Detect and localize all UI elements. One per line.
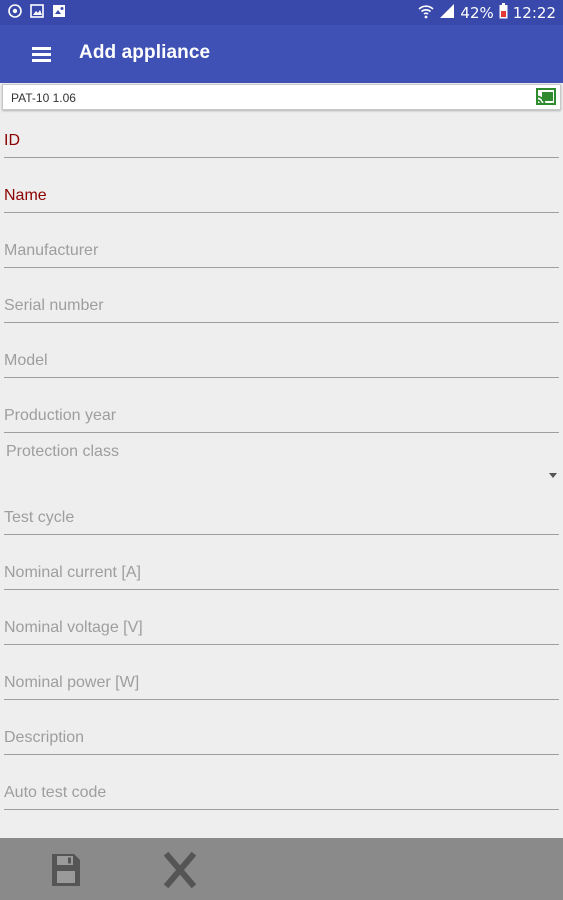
id-field[interactable]: ID	[4, 121, 559, 158]
bottom-action-bar	[0, 838, 563, 900]
serial-number-placeholder: Serial number	[4, 297, 104, 314]
test-cycle-field[interactable]: Test cycle	[4, 498, 559, 535]
protection-class-select[interactable]: Protection class	[6, 441, 559, 495]
dropdown-arrow-icon	[549, 473, 557, 478]
battery-percent: 42%	[460, 4, 494, 22]
model-placeholder: Model	[4, 352, 48, 369]
manufacturer-placeholder: Manufacturer	[4, 242, 99, 259]
cancel-button[interactable]	[158, 850, 202, 890]
description-placeholder: Description	[4, 729, 85, 746]
nominal-current-placeholder: Nominal current [A]	[4, 564, 141, 581]
id-placeholder: ID	[4, 132, 20, 149]
notification-icons	[8, 4, 66, 18]
cast-connected-icon[interactable]	[536, 88, 556, 106]
floppy-disk-icon	[52, 854, 80, 886]
battery-icon	[499, 3, 508, 23]
image-icon	[52, 4, 66, 18]
serial-number-field[interactable]: Serial number	[4, 286, 559, 323]
page-title: Add appliance	[79, 42, 211, 63]
nominal-voltage-placeholder: Nominal voltage [V]	[4, 619, 143, 636]
auto-test-code-placeholder: Auto test code	[4, 784, 107, 801]
name-field[interactable]: Name	[4, 176, 559, 213]
notification-icon	[8, 4, 22, 18]
close-icon	[163, 851, 197, 889]
protection-class-label: Protection class	[6, 443, 119, 460]
status-right: 42% 12:22	[418, 3, 556, 23]
model-field[interactable]: Model	[4, 341, 559, 378]
status-bar: 42% 12:22	[0, 0, 563, 25]
device-name: PAT-10 1.06	[11, 91, 76, 105]
name-placeholder: Name	[4, 187, 47, 204]
test-cycle-placeholder: Test cycle	[4, 509, 75, 526]
production-year-placeholder: Production year	[4, 407, 117, 424]
nominal-power-field[interactable]: Nominal power [W]	[4, 663, 559, 700]
wifi-icon	[418, 3, 434, 23]
manufacturer-field[interactable]: Manufacturer	[4, 231, 559, 268]
description-field[interactable]: Description	[4, 718, 559, 755]
signal-icon	[439, 3, 455, 23]
gallery-icon	[30, 4, 44, 18]
clock: 12:22	[512, 4, 556, 22]
production-year-field[interactable]: Production year	[4, 396, 559, 433]
nominal-power-placeholder: Nominal power [W]	[4, 674, 140, 691]
nominal-voltage-field[interactable]: Nominal voltage [V]	[4, 608, 559, 645]
auto-test-code-field[interactable]: Auto test code	[4, 773, 559, 810]
device-bar: PAT-10 1.06	[2, 84, 561, 110]
app-bar: Add appliance	[0, 25, 563, 83]
save-button[interactable]	[44, 850, 88, 890]
hamburger-menu-icon[interactable]	[22, 41, 62, 67]
nominal-current-field[interactable]: Nominal current [A]	[4, 553, 559, 590]
